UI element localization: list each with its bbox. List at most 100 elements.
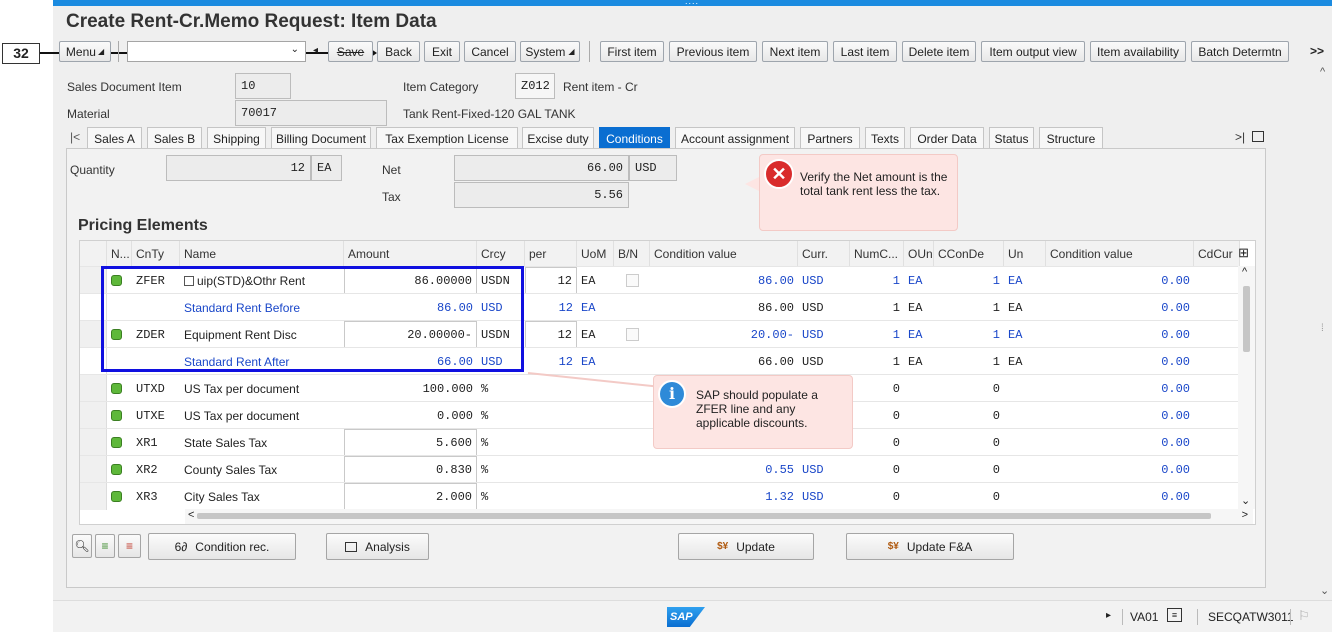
column-header[interactable]: UoM	[577, 241, 614, 266]
cancel-button[interactable]: Cancel	[464, 41, 516, 62]
bn-checkbox[interactable]	[626, 274, 639, 287]
sales-doc-item-field[interactable]: 10	[235, 73, 291, 99]
crcy-cell[interactable]: %	[477, 429, 525, 456]
column-header[interactable]: Condition value	[1046, 241, 1194, 266]
table-row[interactable]: XR3 City Sales Tax 2.000% 1.32 USD 0 0 0.00	[80, 482, 1240, 510]
tab-conditions[interactable]: Conditions	[599, 127, 670, 149]
bn-cell[interactable]	[614, 267, 650, 294]
bn-cell[interactable]	[614, 402, 650, 429]
tab-status[interactable]: Status	[989, 127, 1034, 149]
zoom-detail-button[interactable]: 🔍︎	[72, 534, 92, 558]
crcy-cell[interactable]: %	[477, 375, 525, 402]
per-cell[interactable]	[525, 483, 577, 510]
uom-cell[interactable]	[577, 429, 614, 456]
amount-cell[interactable]: 5.600	[344, 429, 477, 456]
amount-cell[interactable]: 0.000	[344, 402, 477, 429]
bn-cell[interactable]	[614, 294, 650, 321]
page-scroll-grip[interactable]: ⁞	[1321, 323, 1324, 334]
delete-row-button[interactable]: ≡	[118, 534, 141, 558]
column-header[interactable]: Name	[180, 241, 344, 266]
amount-cell[interactable]: 100.000	[344, 375, 477, 402]
tab-tax-exemption-license[interactable]: Tax Exemption License	[376, 127, 518, 149]
uom-cell[interactable]: EA	[577, 321, 614, 348]
system-button[interactable]: System ◢	[520, 41, 580, 62]
quantity-unit-field[interactable]: EA	[311, 155, 342, 181]
bn-cell[interactable]	[614, 375, 650, 402]
tax-field[interactable]: 5.56	[454, 182, 629, 208]
tab-partners[interactable]: Partners	[800, 127, 860, 149]
cnty-cell[interactable]: XR3	[132, 483, 180, 510]
row-selector[interactable]	[80, 402, 107, 429]
uom-cell[interactable]	[577, 456, 614, 483]
uom-cell[interactable]	[577, 402, 614, 429]
expand-status-icon[interactable]: ▸	[1106, 610, 1111, 621]
first-item-button[interactable]: First item	[600, 41, 664, 62]
row-selector[interactable]	[80, 429, 107, 456]
insert-row-button[interactable]: ≡	[95, 534, 115, 558]
tab-texts[interactable]: Texts	[865, 127, 905, 149]
uom-cell[interactable]: EA	[577, 267, 614, 294]
column-header[interactable]: CnTy	[132, 241, 180, 266]
name-cell[interactable]: City Sales Tax	[180, 483, 344, 510]
table-settings-icon[interactable]: ⊞	[1238, 245, 1249, 261]
per-cell[interactable]: 12	[525, 321, 577, 348]
scroll-left-icon[interactable]: <	[188, 509, 194, 521]
exit-button[interactable]: Exit	[424, 41, 460, 62]
item-availability-button[interactable]: Item availability	[1090, 41, 1186, 62]
last-item-button[interactable]: Last item	[833, 41, 897, 62]
tab-sales-b[interactable]: Sales B	[147, 127, 202, 149]
bn-cell[interactable]	[614, 321, 650, 348]
column-header[interactable]: CdCur	[1194, 241, 1240, 266]
quantity-field[interactable]: 12	[166, 155, 311, 181]
column-header[interactable]: OUn	[904, 241, 934, 266]
column-header[interactable]: Un	[1004, 241, 1046, 266]
column-header[interactable]: B/N	[614, 241, 650, 266]
crcy-cell[interactable]: %	[477, 402, 525, 429]
name-cell[interactable]: US Tax per document	[180, 375, 344, 402]
column-header[interactable]: Condition value	[650, 241, 798, 266]
next-item-button[interactable]: Next item	[762, 41, 828, 62]
item-category-field[interactable]: Z012	[515, 73, 555, 99]
cnty-cell[interactable]: XR2	[132, 456, 180, 483]
column-header[interactable]: NumC...	[850, 241, 904, 266]
column-header[interactable]: CConDe	[934, 241, 1004, 266]
row-selector[interactable]	[80, 456, 107, 483]
save-button[interactable]: Save	[328, 41, 373, 62]
uom-cell[interactable]: EA	[577, 294, 614, 321]
name-cell[interactable]: US Tax per document	[180, 402, 344, 429]
bn-cell[interactable]	[614, 429, 650, 456]
previous-item-button[interactable]: Previous item	[669, 41, 757, 62]
batch-determtn-button[interactable]: Batch Determtn	[1191, 41, 1289, 62]
bn-cell[interactable]	[614, 456, 650, 483]
cnty-cell[interactable]: UTXD	[132, 375, 180, 402]
vertical-scrollbar[interactable]: ^ ⌄	[1238, 266, 1255, 509]
per-cell[interactable]	[525, 402, 577, 429]
crcy-cell[interactable]: %	[477, 483, 525, 510]
row-selector[interactable]	[80, 483, 107, 510]
chevron-down-icon[interactable]: ⌄	[291, 44, 299, 55]
column-header[interactable]: Crcy	[477, 241, 525, 266]
tab-excise-duty[interactable]: Excise duty	[522, 127, 594, 149]
crcy-cell[interactable]: %	[477, 456, 525, 483]
tab-billing-document[interactable]: Billing Document	[271, 127, 371, 149]
scroll-up-icon[interactable]: ^	[1242, 266, 1247, 278]
page-scroll-up-icon[interactable]: ^	[1320, 66, 1325, 78]
name-cell[interactable]: State Sales Tax	[180, 429, 344, 456]
table-row[interactable]: XR2 County Sales Tax 0.830% 0.55 USD 0 0 0.00	[80, 455, 1240, 483]
analysis-button[interactable]: Analysis	[326, 533, 429, 560]
cnty-cell[interactable]: XR1	[132, 429, 180, 456]
bn-cell[interactable]	[614, 348, 650, 375]
net-field[interactable]: 66.00	[454, 155, 629, 181]
scroll-right-icon[interactable]: >	[1242, 509, 1248, 521]
flag-icon[interactable]: ⚐	[1298, 608, 1310, 624]
menu-button[interactable]: Menu ◢	[59, 41, 111, 62]
update-button[interactable]: $¥ Update	[678, 533, 814, 560]
tab-list-icon[interactable]	[1252, 131, 1264, 142]
item-output-view-button[interactable]: Item output view	[981, 41, 1085, 62]
delete-item-button[interactable]: Delete item	[902, 41, 976, 62]
amount-cell[interactable]: 0.830	[344, 456, 477, 483]
bn-checkbox[interactable]	[626, 328, 639, 341]
first-tab-icon[interactable]: |<	[70, 130, 80, 144]
per-cell[interactable]	[525, 429, 577, 456]
update-fa-button[interactable]: $¥ Update F&A	[846, 533, 1014, 560]
